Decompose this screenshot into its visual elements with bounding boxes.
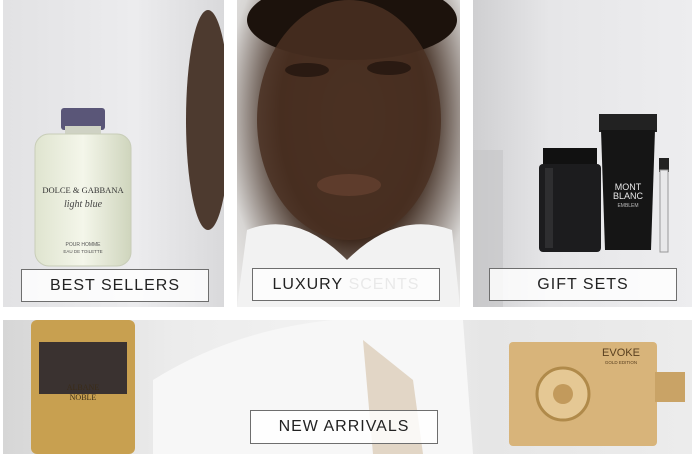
- new-arrivals-tile[interactable]: ALBANE NOBLE EVOKE GOLD EDITION NEW ARRI…: [3, 320, 692, 454]
- bottle-sub1-text: POUR HOMME: [66, 242, 102, 248]
- scents-label: SCENTS: [348, 275, 420, 293]
- best-sellers-button[interactable]: BEST SELLERS: [21, 269, 209, 302]
- dolce-gabbana-bottle-image: DOLCE & GABBANA light blue POUR HOMME EA…: [34, 10, 224, 267]
- luxury-scents-tile[interactable]: LUXURY SCENTS: [237, 0, 460, 307]
- evoke-text: EVOKE: [602, 347, 640, 359]
- bottle-sub2-text: EAU DE TOILETTE: [63, 249, 102, 254]
- best-sellers-tile[interactable]: DOLCE & GABBANA light blue POUR HOMME EA…: [3, 0, 224, 307]
- gift-sets-label: GIFT SETS: [537, 275, 629, 293]
- best-sellers-label: BEST SELLERS: [50, 276, 180, 294]
- new-arrivals-button[interactable]: NEW ARRIVALS: [250, 410, 438, 444]
- bottle-brand-text: DOLCE & GABBANA: [42, 185, 124, 195]
- albane-text: ALBANE: [67, 383, 100, 392]
- gift-sets-button[interactable]: GIFT SETS: [489, 268, 677, 301]
- bottle-name-text: light blue: [64, 199, 103, 210]
- gift-sets-tile[interactable]: MONT BLANC EMBLEM GIFT SETS: [473, 0, 692, 307]
- model-portrait-image: [237, 0, 460, 307]
- tube-brand-2-text: BLANC: [613, 191, 644, 201]
- tube-name-text: EMBLEM: [617, 203, 638, 209]
- luxury-scents-button[interactable]: LUXURY SCENTS: [252, 268, 440, 301]
- luxury-label: LUXURY: [272, 275, 344, 293]
- new-arrivals-label: NEW ARRIVALS: [278, 418, 410, 435]
- noble-text: NOBLE: [70, 393, 97, 402]
- evoke-sub-text: GOLD EDITION: [605, 360, 637, 365]
- montblanc-gift-set-image: MONT BLANC EMBLEM: [473, 114, 669, 307]
